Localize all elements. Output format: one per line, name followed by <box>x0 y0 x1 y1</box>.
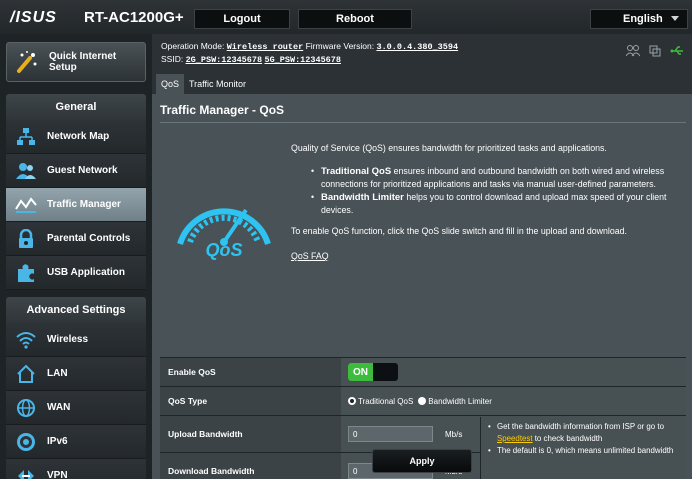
sidebar-item-lan[interactable]: LAN <box>6 357 146 391</box>
asus-logo: /ISUS <box>10 9 57 26</box>
sidebar-item-label: IPv6 <box>47 436 68 447</box>
help-text-1a: Get the bandwidth information from ISP o… <box>497 422 664 431</box>
top-bar: /ISUS RT-AC1200G+ Logout Reboot English <box>0 0 692 34</box>
page-title: Traffic Manager - QoS <box>160 103 285 117</box>
logout-button[interactable]: Logout <box>194 9 290 29</box>
sidebar-item-label: VPN <box>47 470 68 479</box>
quick-internet-setup-label: Quick Internet Setup <box>49 51 117 73</box>
qos-intro-text: Quality of Service (QoS) ensures bandwid… <box>291 143 607 153</box>
bandwidth-help-item: Get the bandwidth information from ISP o… <box>488 421 680 445</box>
puzzle-icon <box>15 262 37 284</box>
enable-qos-toggle[interactable]: ON <box>348 363 398 381</box>
usb-icon[interactable] <box>670 44 684 62</box>
sidebar: Quick Internet Setup General Network Map… <box>0 34 152 479</box>
tab-bar: QoS Traffic Monitor <box>156 74 252 94</box>
magic-wand-icon <box>11 46 43 78</box>
wireless-icon <box>15 329 37 351</box>
tab-qos[interactable]: QoS <box>156 74 185 94</box>
apply-button[interactable]: Apply <box>372 449 472 473</box>
ssid-2g-link[interactable]: 2G_PSW:12345678 <box>186 55 263 65</box>
upload-bandwidth-input[interactable]: 0 <box>348 426 433 442</box>
chevron-down-icon <box>671 16 679 21</box>
sidebar-item-label: Traffic Manager <box>47 199 121 210</box>
globe-icon <box>15 397 37 419</box>
sidebar-item-parental-controls[interactable]: Parental Controls <box>6 222 146 256</box>
traditional-qos-bullet: Traditional QoS ensures inbound and outb… <box>311 165 671 191</box>
qos-panel: Traffic Manager - QoS QoS Quality of Ser… <box>152 94 692 479</box>
model-name: RT-AC1200G+ <box>84 9 184 26</box>
qos-type-row: QoS Type Traditional QoS Bandwidth Limit… <box>160 387 686 416</box>
firmware-version-link[interactable]: 3.0.0.4.380_3594 <box>376 42 458 52</box>
bandwidth-limiter-bullet: Bandwidth Limiter helps you to control d… <box>311 191 671 217</box>
advanced-settings-section-title: Advanced Settings <box>6 297 146 323</box>
bandwidth-default-item: The default is 0, which means unlimited … <box>488 445 680 457</box>
enable-qos-label: Enable QoS <box>160 358 341 386</box>
home-icon <box>15 363 37 385</box>
qos-type-cell: Traditional QoS Bandwidth Limiter <box>341 387 686 415</box>
firmware-version-label: Firmware Version: <box>305 41 375 51</box>
enable-qos-row: Enable QoS ON <box>160 358 686 387</box>
vpn-icon <box>15 465 37 479</box>
traditional-qos-radio-label: Traditional QoS <box>358 396 414 406</box>
sidebar-item-label: LAN <box>47 368 68 379</box>
sidebar-item-label: Guest Network <box>47 165 118 176</box>
upload-unit-label: Mb/s <box>445 429 463 439</box>
sidebar-item-wireless[interactable]: Wireless <box>6 323 146 357</box>
sidebar-item-label: USB Application <box>47 267 125 278</box>
sidebar-item-traffic-manager[interactable]: Traffic Manager <box>6 188 146 222</box>
router-info: Operation Mode: Wireless router Firmware… <box>161 40 458 66</box>
tab-traffic-monitor[interactable]: Traffic Monitor <box>184 74 252 94</box>
bandwidth-help-note: Get the bandwidth information from ISP o… <box>480 417 686 479</box>
help-text-1b: to check bandwidth <box>532 434 603 443</box>
sidebar-item-ipv6[interactable]: IPv6 <box>6 425 146 459</box>
guest-network-icon <box>15 160 37 182</box>
enable-qos-cell: ON <box>341 358 686 386</box>
operation-mode-label: Operation Mode: <box>161 41 225 51</box>
lock-icon <box>15 228 37 250</box>
network-map-icon <box>15 126 37 148</box>
sidebar-item-wan[interactable]: WAN <box>6 391 146 425</box>
general-section-title: General <box>6 94 146 120</box>
sidebar-item-label: Parental Controls <box>47 233 131 244</box>
ssid-label: SSID: <box>161 54 184 64</box>
ssid-5g-link[interactable]: 5G_PSW:12345678 <box>264 55 341 65</box>
sidebar-item-label: Network Map <box>47 131 110 142</box>
quick-internet-setup-button[interactable]: Quick Internet Setup <box>6 42 146 82</box>
title-divider <box>160 122 686 123</box>
sidebar-item-label: WAN <box>47 402 71 413</box>
qos-faq-link[interactable]: QoS FAQ <box>291 250 671 263</box>
qos-type-label: QoS Type <box>160 387 341 415</box>
qos-speedometer-icon: QoS <box>170 182 278 267</box>
toggle-on-label: ON <box>348 363 373 381</box>
svg-text:QoS: QoS <box>205 240 242 260</box>
ipv6-icon <box>15 431 37 453</box>
traffic-manager-icon <box>15 194 37 216</box>
main-content: Operation Mode: Wireless router Firmware… <box>152 34 692 479</box>
status-icons <box>625 44 684 62</box>
traditional-qos-radio[interactable] <box>348 397 356 405</box>
copy-icon[interactable] <box>649 44 661 62</box>
reboot-button[interactable]: Reboot <box>298 9 412 29</box>
sidebar-item-network-map[interactable]: Network Map <box>6 120 146 154</box>
bandwidth-limiter-radio-label: Bandwidth Limiter <box>428 396 492 406</box>
operation-mode-link[interactable]: Wireless router <box>227 42 304 52</box>
sidebar-item-label: Wireless <box>47 334 89 345</box>
language-select[interactable]: English <box>590 9 688 29</box>
download-bandwidth-label: Download Bandwidth <box>160 453 341 479</box>
language-label: English <box>623 13 663 25</box>
qos-description: Quality of Service (QoS) ensures bandwid… <box>291 142 671 263</box>
upload-bandwidth-label: Upload Bandwidth <box>160 416 341 452</box>
enable-instructions: To enable QoS function, click the QoS sl… <box>291 226 627 236</box>
sidebar-item-usb-application[interactable]: USB Application <box>6 256 146 290</box>
sidebar-item-guest-network[interactable]: Guest Network <box>6 154 146 188</box>
sidebar-item-vpn[interactable]: VPN <box>6 459 146 479</box>
speedtest-link[interactable]: Speedtest <box>497 434 533 443</box>
bandwidth-limiter-radio[interactable] <box>418 397 427 405</box>
bandwidth-limiter-title: Bandwidth Limiter <box>321 192 404 203</box>
traditional-qos-title: Traditional QoS <box>321 166 392 177</box>
clients-icon[interactable] <box>625 44 641 62</box>
